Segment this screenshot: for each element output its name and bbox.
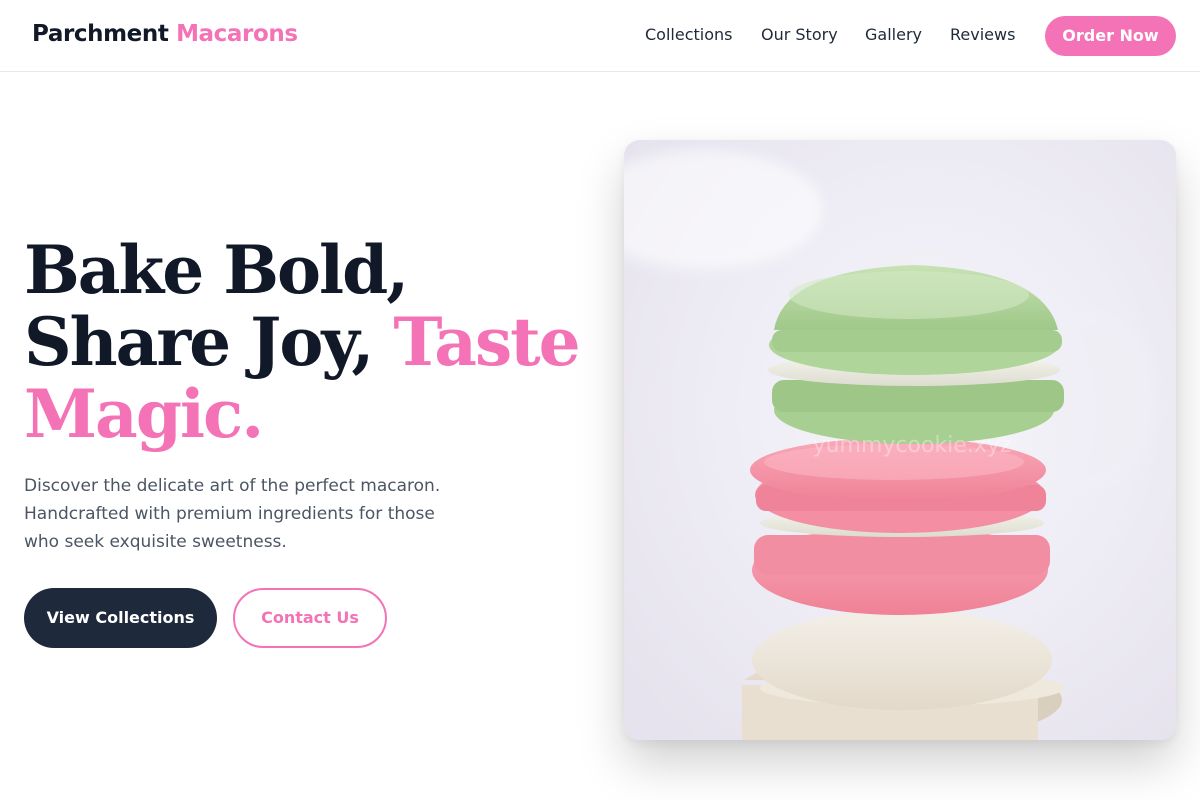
image-watermark: yummycookie.xyz: [813, 433, 1012, 458]
hero-title-line2: Share Joy,: [24, 303, 374, 381]
macaron-illustration: yummycookie.xyz: [624, 140, 1176, 740]
hero-title-accent-taste: Taste: [393, 303, 580, 381]
nav-link-collections[interactable]: Collections: [645, 25, 732, 44]
main-nav: Collections Our Story Gallery Reviews: [0, 25, 1200, 47]
nav-link-our-story[interactable]: Our Story: [761, 25, 838, 44]
contact-us-button[interactable]: Contact Us: [233, 588, 387, 648]
nav-link-reviews[interactable]: Reviews: [950, 25, 1015, 44]
navbar: Parchment Macarons Collections Our Story…: [0, 0, 1200, 72]
hero-title: Bake Bold, Share Joy, Taste Magic.: [24, 234, 584, 450]
view-collections-button[interactable]: View Collections: [24, 588, 217, 648]
hero-description: Discover the delicate art of the perfect…: [24, 476, 441, 552]
green-macaron: [768, 265, 1064, 444]
hero-title-accent-magic: Magic.: [24, 375, 264, 453]
macaron-stack-image: yummycookie.xyz: [624, 140, 1176, 740]
pink-macaron: [750, 438, 1050, 615]
nav-link-gallery[interactable]: Gallery: [865, 25, 922, 44]
hero-title-line1: Bake Bold,: [24, 231, 409, 309]
order-now-button[interactable]: Order Now: [1045, 16, 1176, 56]
cream-macaron: [742, 610, 1064, 740]
